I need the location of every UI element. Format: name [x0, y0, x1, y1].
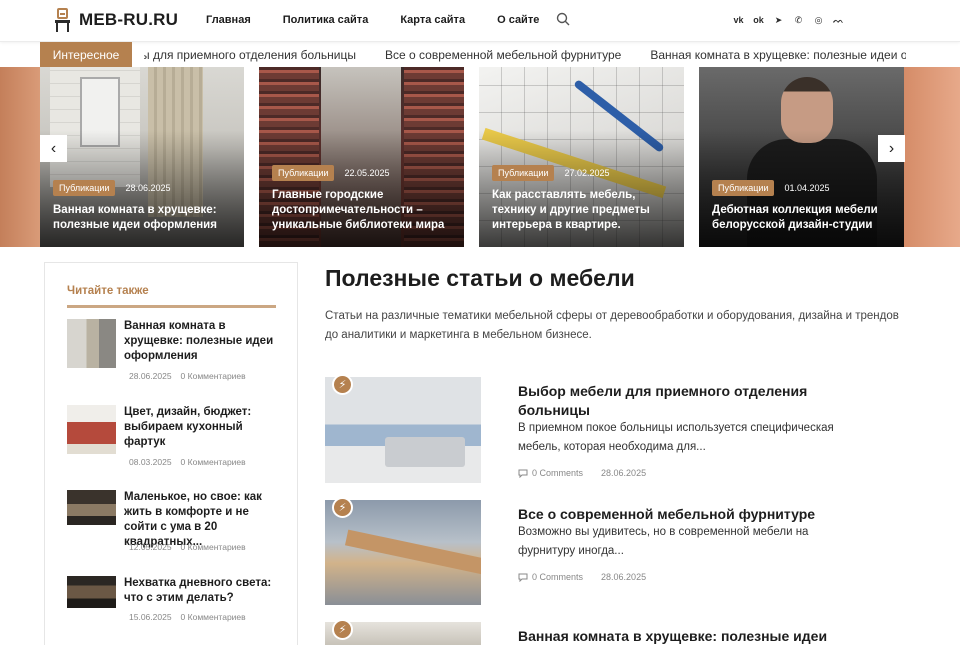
post-card[interactable]: ⚡ Все о современной мебельной фурнитуре … [325, 497, 910, 610]
sidebar-read-also: Читайте также Ванная комната в хрущевке:… [44, 262, 298, 645]
news-ticker: Интересное ы для приемного отделения бол… [40, 42, 906, 67]
telegram-icon[interactable]: ➤ [773, 13, 784, 27]
sidebar-post-title[interactable]: Цвет, дизайн, бюджет: выбираем кухонный … [124, 405, 282, 450]
flash-icon: ⚡ [332, 374, 353, 395]
sidebar-title: Читайте также [67, 285, 149, 297]
post-comments[interactable]: 0 Комментариев [181, 371, 246, 381]
slide-date: 27.02.2025 [564, 168, 610, 178]
post-excerpt: Возможно вы удивитесь, но в современной … [518, 526, 809, 557]
vk-icon[interactable]: vk [733, 13, 744, 27]
post-excerpt: В приемном покое больницы используется с… [518, 422, 834, 453]
post-meta: 0 Comments 28.06.2025 [518, 468, 646, 478]
slide-title[interactable]: Как расставлять мебель, технику и другие… [492, 188, 674, 233]
search-icon[interactable] [556, 12, 570, 26]
site-header: MEB-RU.RU Главная Политика сайта Карта с… [0, 0, 960, 42]
post-title[interactable]: Ванная комната в хрущевке: полезные идеи [518, 627, 838, 645]
post-date: 28.06.2025 [601, 572, 647, 582]
slider-prev-button[interactable]: ‹ [40, 135, 67, 162]
post-date: 12.05.2025 [129, 542, 172, 552]
nav-about[interactable]: О сайте [497, 14, 539, 26]
slide-title[interactable]: Главные городские достопримечательности … [272, 188, 454, 233]
slide[interactable]: Публикации 28.06.2025 Ванная комната в х… [40, 67, 244, 247]
post-card[interactable]: ⚡ Ванная комната в хрущевке: полезные ид… [325, 619, 910, 645]
slide[interactable]: Публикации 01.04.2025 Дебютная коллекция… [699, 67, 904, 247]
odnoklassniki-icon[interactable]: ok [753, 13, 764, 27]
ticker-item[interactable]: ы для приемного отделения больницы [144, 48, 356, 62]
ticker-track: ы для приемного отделения больницы Все о… [144, 42, 906, 67]
slide-peek-right [904, 67, 960, 247]
page-title: Полезные статьи о мебели [325, 265, 635, 291]
nav-policy[interactable]: Политика сайта [283, 14, 369, 26]
whatsapp-icon[interactable]: ◎ [813, 13, 824, 27]
ticker-item[interactable]: Ванная комната в хрущевке: полезные идеи… [650, 48, 906, 62]
ticker-label: Интересное [40, 42, 132, 67]
sidebar-post-title[interactable]: Маленькое, но свое: как жить в комфорте … [124, 490, 282, 550]
slide[interactable]: Публикации 27.02.2025 Как расставлять ме… [479, 67, 684, 247]
sidebar-post-meta: 15.06.2025 0 Комментариев [129, 612, 255, 622]
chevron-right-icon: › [888, 139, 895, 157]
category-badge[interactable]: Публикации [53, 180, 116, 196]
sidebar-post[interactable]: Нехватка дневного света: что с этим дела… [67, 576, 282, 626]
post-date: 28.06.2025 [129, 371, 172, 381]
post-comments[interactable]: 0 Comments [532, 468, 583, 478]
slide-date: 01.04.2025 [784, 183, 830, 193]
category-badge[interactable]: Публикации [712, 180, 775, 196]
sidebar-post-meta: 12.05.2025 0 Комментариев [129, 542, 255, 552]
sidebar-post-meta: 28.06.2025 0 Комментариев [129, 371, 255, 381]
post-comments[interactable]: 0 Комментариев [181, 612, 246, 622]
viber-icon[interactable]: ✆ [793, 13, 804, 27]
post-comments[interactable]: 0 Comments [532, 572, 583, 582]
slide-date: 28.06.2025 [125, 183, 171, 193]
post-comments[interactable]: 0 Комментариев [181, 457, 246, 467]
chevron-left-icon: ‹ [50, 139, 57, 157]
sidebar-post[interactable]: Цвет, дизайн, бюджет: выбираем кухонный … [67, 405, 282, 475]
slide-date: 22.05.2025 [344, 168, 390, 178]
post-thumbnail[interactable] [67, 576, 116, 608]
page-description: Статьи на различные тематики мебельной с… [325, 310, 899, 341]
category-badge[interactable]: Публикации [492, 165, 555, 181]
post-thumbnail[interactable] [67, 319, 116, 368]
sidebar-post[interactable]: Маленькое, но свое: как жить в комфорте … [67, 490, 282, 560]
flash-icon: ⚡ [332, 619, 353, 640]
ticker-item[interactable]: Все о современной мебельной фурнитуре [385, 48, 621, 62]
category-badge[interactable]: Публикации [272, 165, 335, 181]
post-thumbnail[interactable] [67, 405, 116, 454]
comment-icon [518, 469, 528, 478]
divider [67, 305, 276, 308]
social-links: vk ok ➤ ✆ ◎ ᨓ [733, 13, 844, 27]
sidebar-post-meta: 08.03.2025 0 Комментариев [129, 457, 255, 467]
sidebar-post-title[interactable]: Ванная комната в хрущевке: полезные идеи… [124, 319, 282, 364]
chair-logo-icon [54, 8, 71, 32]
slide-title[interactable]: Ванная комната в хрущевке: полезные идеи… [53, 203, 234, 233]
slide[interactable]: Публикации 22.05.2025 Главные городские … [259, 67, 464, 247]
post-card[interactable]: ⚡ Выбор мебели для приемного отделения б… [325, 374, 910, 487]
main-nav: Главная Политика сайта Карта сайта О сай… [206, 14, 571, 26]
post-comments[interactable]: 0 Комментариев [181, 542, 246, 552]
nav-home[interactable]: Главная [206, 14, 251, 26]
logo-text: MEB-RU.RU [79, 10, 179, 29]
site-logo[interactable]: MEB-RU.RU [54, 8, 178, 32]
post-date: 08.03.2025 [129, 457, 172, 467]
post-meta: 0 Comments 28.06.2025 [518, 572, 646, 582]
slide-peek-left [0, 67, 40, 247]
post-date: 15.06.2025 [129, 612, 172, 622]
post-date: 28.06.2025 [601, 468, 647, 478]
post-thumbnail[interactable] [67, 490, 116, 525]
rss-icon[interactable]: ᨓ [833, 13, 844, 27]
comment-icon [518, 573, 528, 582]
slide-title[interactable]: Дебютная коллекция мебели белорусской ди… [712, 203, 894, 233]
slider-next-button[interactable]: › [878, 135, 905, 162]
featured-slider: Публикации 28.06.2025 Ванная комната в х… [0, 67, 960, 247]
sidebar-post[interactable]: Ванная комната в хрущевке: полезные идеи… [67, 319, 282, 389]
flash-icon: ⚡ [332, 497, 353, 518]
post-title[interactable]: Выбор мебели для приемного отделения бол… [518, 382, 838, 420]
sidebar-post-title[interactable]: Нехватка дневного света: что с этим дела… [124, 576, 282, 606]
post-title[interactable]: Все о современной мебельной фурнитуре [518, 505, 838, 524]
nav-sitemap[interactable]: Карта сайта [400, 14, 465, 26]
